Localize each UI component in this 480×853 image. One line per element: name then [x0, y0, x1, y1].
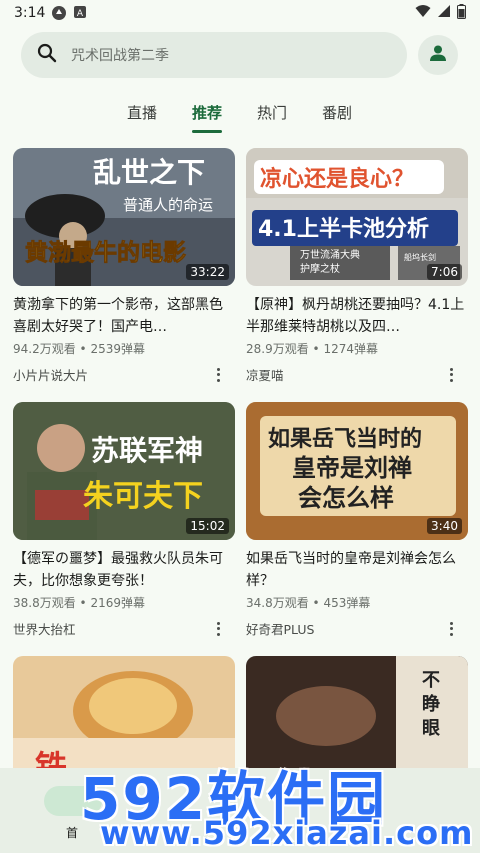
thumb-text: 4.1上半卡池分析 [258, 217, 429, 242]
thumb-text: 护摩之杖 [300, 262, 340, 275]
video-card[interactable]: 苏联军神 朱可夫下 15:02 【德军の噩梦】最强救火队员朱可夫，比你想象更夸张… [13, 402, 235, 638]
watermark-url: www.592xiazai.com [100, 814, 474, 852]
search-bar[interactable]: 咒术回战第二季 [21, 32, 407, 78]
video-title[interactable]: 【德军の噩梦】最强救火队员朱可夫，比你想象更夸张！ [13, 548, 235, 592]
video-card[interactable]: 凉心还是良心？ 4.1上半卡池分析 万世流涌大典 护摩之杖 船坞长剑 7:06 … [246, 148, 468, 384]
meta-separator: • [308, 596, 324, 610]
video-duration: 33:22 [186, 264, 229, 280]
video-stats: 94.2万观看 • 2539弹幕 [13, 340, 235, 357]
video-title[interactable]: 如果岳飞当时的皇帝是刘禅会怎么样？ [246, 548, 468, 592]
more-vert-icon[interactable] [448, 621, 454, 636]
tab-live[interactable]: 直播 [127, 102, 157, 123]
thumb-text: 不 [422, 670, 440, 691]
search-placeholder[interactable]: 咒术回战第二季 [71, 45, 169, 65]
tab-popular[interactable]: 热门 [257, 102, 287, 123]
thumb-text: 苏联军神 [91, 434, 203, 467]
view-count: 38.8万观看 [13, 596, 76, 610]
status-time: 3:14 [14, 5, 46, 21]
video-card[interactable]: 如果岳飞当时的 皇帝是刘禅 会怎么样 3:40 如果岳飞当时的皇帝是刘禅会怎么样… [246, 402, 468, 638]
thumb-text: 船坞长剑 [404, 252, 436, 262]
status-bar: 3:14 A [0, 0, 480, 26]
danmaku-count: 1274弹幕 [323, 342, 378, 356]
svg-text:A: A [77, 9, 84, 19]
active-tab-indicator [192, 130, 222, 133]
video-thumbnail[interactable]: 苏联军神 朱可夫下 15:02 [13, 402, 235, 540]
thumb-text: 眼 [422, 718, 440, 739]
cell-signal-icon [437, 4, 451, 22]
thumb-text: 睁 [422, 693, 440, 715]
thumb-text: 普通人的命运 [123, 196, 213, 214]
danmaku-count: 453弹幕 [323, 596, 371, 610]
more-vert-icon[interactable] [215, 367, 221, 382]
thumb-text: 会怎么样 [298, 484, 394, 512]
meta-separator: • [75, 342, 91, 356]
more-vert-icon[interactable] [448, 367, 454, 382]
tab-bar: 直播 推荐 热门 番剧 [0, 96, 480, 136]
view-count: 28.9万观看 [246, 342, 309, 356]
video-stats: 34.8万观看 • 453弹幕 [246, 594, 468, 611]
video-stats: 28.9万观看 • 1274弹幕 [246, 340, 468, 357]
video-card[interactable]: 乱世之下 普通人的命运 黄渤最牛的电影 33:22 黄渤拿下的第一个影帝，这部黑… [13, 148, 235, 384]
nav-home-label[interactable]: 首 [66, 824, 78, 841]
thumb-text: 如果岳飞当时的 [268, 426, 422, 452]
thumb-text: 黄渤最牛的电影 [25, 239, 186, 266]
uploader-name[interactable]: 小片片说大片 [13, 365, 88, 384]
video-title[interactable]: 【原神】枫丹胡桃还要抽吗？4.1上半那维莱特胡桃以及四… [246, 294, 468, 338]
uploader-name[interactable]: 好奇君PLUS [246, 619, 314, 638]
uploader-name[interactable]: 世界大抬杠 [13, 619, 76, 638]
thumb-text: 皇帝是刘禅 [292, 454, 412, 482]
uploader-name[interactable]: 凉夏喵 [246, 365, 284, 384]
profile-button[interactable] [418, 35, 458, 75]
view-count: 94.2万观看 [13, 342, 76, 356]
wifi-icon [415, 4, 431, 22]
thumb-text: 万世流涌大典 [300, 248, 360, 261]
notification-icon [51, 5, 67, 21]
meta-separator: • [75, 596, 91, 610]
tab-recommend[interactable]: 推荐 [192, 102, 222, 123]
watermark: 592软件园 www.592xiazai.com [80, 752, 480, 853]
sim-icon: A [73, 5, 89, 21]
video-stats: 38.8万观看 • 2169弹幕 [13, 594, 235, 611]
video-thumbnail[interactable]: 乱世之下 普通人的命运 黄渤最牛的电影 33:22 [13, 148, 235, 286]
danmaku-count: 2169弹幕 [90, 596, 145, 610]
thumb-text: 凉心还是良心？ [260, 166, 414, 192]
video-duration: 3:40 [427, 518, 462, 534]
thumb-text: 朱可夫下 [83, 479, 203, 514]
video-title[interactable]: 黄渤拿下的第一个影帝，这部黑色喜剧太好哭了！国产电… [13, 294, 235, 338]
thumb-text: 乱世之下 [93, 156, 205, 189]
video-thumbnail[interactable]: 如果岳飞当时的 皇帝是刘禅 会怎么样 3:40 [246, 402, 468, 540]
search-icon [37, 43, 57, 67]
video-duration: 15:02 [186, 518, 229, 534]
video-thumbnail[interactable]: 凉心还是良心？ 4.1上半卡池分析 万世流涌大典 护摩之杖 船坞长剑 7:06 [246, 148, 468, 286]
view-count: 34.8万观看 [246, 596, 309, 610]
more-vert-icon[interactable] [215, 621, 221, 636]
video-duration: 7:06 [427, 264, 462, 280]
meta-separator: • [308, 342, 324, 356]
person-icon [428, 43, 448, 67]
danmaku-count: 2539弹幕 [90, 342, 145, 356]
tab-anime[interactable]: 番剧 [322, 102, 352, 123]
battery-icon [457, 3, 466, 23]
